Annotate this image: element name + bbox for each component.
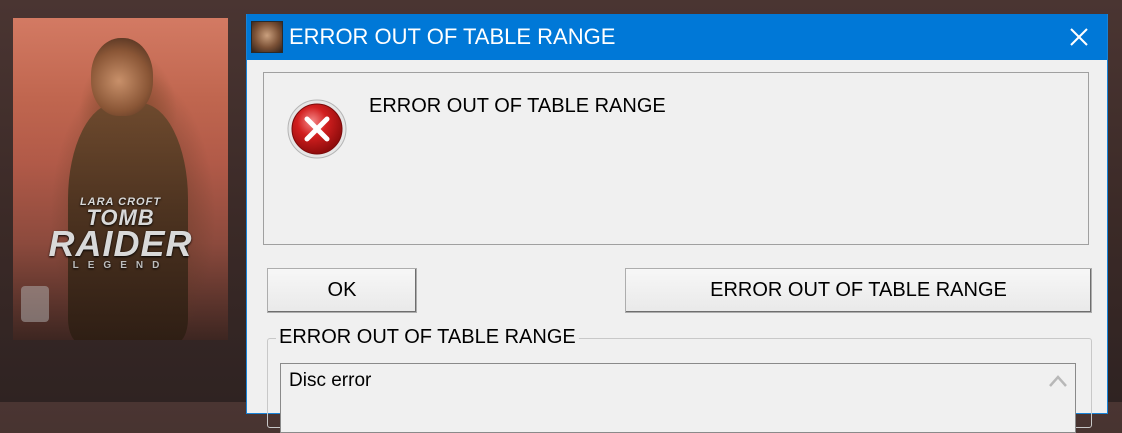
details-group-label: ERROR OUT OF TABLE RANGE (276, 326, 579, 349)
details-text: Disc error (289, 370, 372, 391)
details-group: ERROR OUT OF TABLE RANGE Disc error (267, 326, 1092, 433)
cover-logo-line3: RAIDER (48, 223, 193, 264)
chevron-up-icon (1049, 375, 1067, 387)
ok-button[interactable]: OK (267, 268, 417, 313)
error-message: ERROR OUT OF TABLE RANGE (369, 95, 666, 117)
cover-logo-line4: LEGEND (72, 260, 169, 271)
dialog-titlebar[interactable]: ERROR OUT OF TABLE RANGE (247, 14, 1107, 60)
dialog-title: ERROR OUT OF TABLE RANGE (289, 24, 616, 49)
error-dialog: ERROR OUT OF TABLE RANGE ERROR OUT OF TA… (246, 14, 1108, 433)
message-panel: ERROR OUT OF TABLE RANGE (263, 72, 1089, 245)
cover-logo: LARA CROFT TOMB RAIDER LEGEND (13, 196, 228, 271)
close-button[interactable] (1051, 14, 1107, 60)
game-cover-art: LARA CROFT TOMB RAIDER LEGEND (13, 18, 228, 340)
close-icon (1070, 28, 1088, 46)
error-icon (287, 99, 347, 159)
game-icon (251, 21, 283, 53)
scroll-up-button[interactable] (1047, 370, 1069, 392)
cover-figure-head (91, 38, 153, 116)
cover-overlay-badge (21, 286, 49, 322)
details-textbox[interactable]: Disc error (280, 363, 1076, 433)
details-button[interactable]: ERROR OUT OF TABLE RANGE (625, 268, 1092, 313)
